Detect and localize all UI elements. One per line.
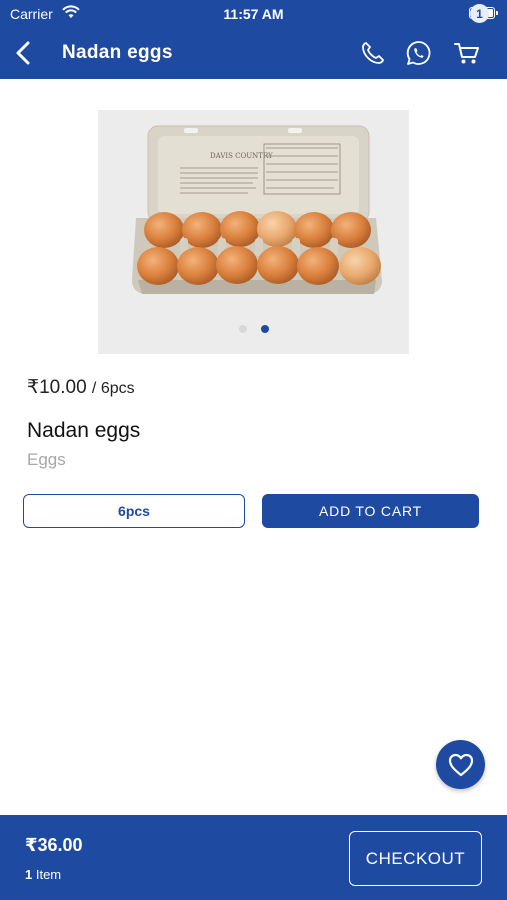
product-category: Eggs [27, 450, 66, 469]
checkout-button[interactable]: CHECKOUT [349, 831, 482, 886]
product-unit: / 6pcs [91, 380, 135, 397]
item-count-label: Item [32, 867, 62, 882]
app-header: Carrier 11:57 AM Nadan eggs 1 [0, 0, 507, 79]
back-arrow-icon [16, 41, 30, 65]
cart-count-badge: 1 [470, 4, 489, 23]
carousel-dot-2-active[interactable] [260, 325, 269, 333]
favorite-button[interactable] [436, 740, 485, 789]
product-name: Nadan eggs [27, 419, 141, 442]
variant-selector-button[interactable]: 6pcs [23, 494, 245, 528]
page-title: Nadan eggs [62, 42, 173, 63]
price-line: ₹10.00 / 6pcs [27, 376, 135, 399]
heart-outline-icon [448, 753, 473, 776]
whatsapp-button[interactable] [404, 38, 434, 68]
back-button[interactable] [8, 38, 38, 68]
carousel-pagination [98, 325, 409, 333]
cart-icon [454, 43, 479, 64]
nav-bar: Nadan eggs [0, 28, 507, 79]
status-time: 11:57 AM [223, 6, 284, 22]
egg-carton-image: DAVIS COUNTRY [98, 110, 409, 354]
cart-button[interactable] [452, 38, 482, 68]
cart-summary-bar: ₹36.00 1 Item CHECKOUT [0, 815, 507, 900]
carousel-dot-1[interactable] [238, 325, 247, 333]
carton-brand-text: DAVIS COUNTRY [210, 152, 273, 160]
cart-total: ₹36.00 [25, 835, 83, 855]
product-price: ₹10.00 [27, 377, 87, 398]
add-to-cart-button[interactable]: ADD TO CART [262, 494, 479, 528]
call-button[interactable] [358, 38, 388, 68]
phone-icon [362, 42, 384, 64]
product-image-carousel[interactable]: DAVIS COUNTRY [98, 110, 409, 354]
status-bar: Carrier 11:57 AM [0, 0, 507, 28]
cart-item-count: 1 Item [25, 867, 61, 882]
whatsapp-icon [406, 41, 431, 65]
